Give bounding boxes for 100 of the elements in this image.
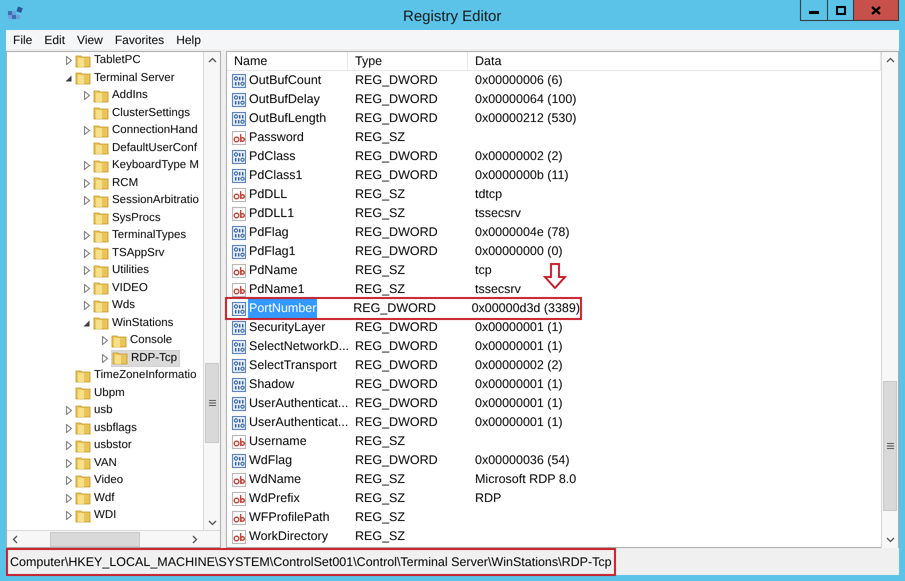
expand-arrow-icon[interactable] — [65, 441, 73, 450]
collapse-arrow-icon[interactable] — [65, 74, 72, 82]
expand-arrow-icon[interactable] — [83, 301, 91, 310]
expand-arrow-icon[interactable] — [83, 284, 91, 293]
tree-item[interactable]: usbstor — [75, 437, 134, 454]
expand-arrow-icon[interactable] — [65, 56, 73, 66]
tree-item[interactable]: VAN — [75, 454, 119, 472]
value-name[interactable]: WFProfilePath — [248, 508, 331, 527]
expand-arrow-icon[interactable] — [83, 178, 91, 188]
scrollbar-thumb[interactable] — [883, 381, 897, 511]
tree-item[interactable]: usbflags — [75, 420, 139, 437]
tree-item[interactable]: TimeZoneInformatio — [75, 367, 198, 384]
tree-item[interactable]: Ubpm — [75, 384, 127, 402]
menu-item[interactable]: Edit — [39, 30, 70, 48]
expand-arrow-icon[interactable] — [65, 406, 73, 416]
value-name[interactable]: UserAuthenticat... — [248, 394, 350, 413]
tree-item[interactable]: DefaultUserConf — [93, 140, 200, 157]
column-header[interactable]: Type — [348, 52, 468, 71]
value-name[interactable]: PdFlag1 — [248, 242, 297, 261]
value-name[interactable]: PdName — [248, 261, 299, 280]
tree-item[interactable]: TabletPC — [75, 52, 143, 70]
tree-item[interactable]: RDP-Tcp — [111, 350, 180, 367]
expand-arrow-icon[interactable] — [83, 196, 91, 206]
value-name[interactable]: WdName — [248, 470, 302, 489]
tree-item[interactable]: Video — [75, 472, 126, 490]
expand-arrow-icon[interactable] — [101, 336, 109, 346]
tree-item[interactable]: Utilities — [93, 262, 152, 280]
expand-arrow-icon[interactable] — [83, 161, 91, 170]
expand-arrow-icon[interactable] — [101, 354, 109, 363]
expand-arrow-icon[interactable] — [65, 511, 73, 520]
expand-arrow-icon[interactable] — [83, 126, 91, 136]
value-name[interactable]: Shadow — [248, 375, 296, 394]
tree-item[interactable]: Wdf — [75, 490, 116, 507]
value-name[interactable]: PdDLL — [248, 185, 288, 204]
value-name[interactable]: Password — [248, 128, 305, 147]
expand-arrow-icon[interactable] — [83, 266, 91, 276]
scrollbar-thumb[interactable] — [50, 532, 140, 546]
value-name[interactable]: SecurityLayer — [248, 318, 326, 337]
tree-item[interactable]: usb — [75, 402, 115, 420]
tree-item[interactable]: VIDEO — [93, 280, 150, 297]
tree-item[interactable]: Console — [111, 332, 174, 350]
minimize-button[interactable] — [800, 0, 828, 21]
value-name[interactable]: PdName1 — [248, 280, 306, 299]
horizontal-scrollbar[interactable] — [7, 530, 220, 547]
tree-item[interactable]: ClusterSettings — [93, 104, 192, 122]
value-name[interactable]: PdClass — [248, 147, 297, 166]
tree-item[interactable]: AddIns — [93, 87, 150, 104]
value-name[interactable]: PdDLL1 — [248, 204, 296, 223]
value-name[interactable]: PdClass1 — [248, 166, 304, 185]
maximize-button[interactable] — [828, 0, 854, 21]
app-icon[interactable] — [7, 6, 25, 22]
menu-item[interactable]: File — [8, 30, 38, 48]
vertical-scrollbar[interactable] — [203, 52, 220, 531]
expand-arrow-icon[interactable] — [83, 91, 91, 100]
binary-value-icon — [232, 302, 246, 316]
value-name[interactable]: WorkDirectory — [248, 527, 329, 546]
tree-item[interactable]: SessionArbitratio — [93, 192, 201, 210]
value-name[interactable]: Username — [248, 432, 308, 451]
expand-arrow-icon[interactable] — [83, 248, 91, 258]
tree-item[interactable]: ConnectionHand — [93, 122, 200, 140]
close-button[interactable] — [854, 0, 899, 21]
value-name[interactable]: WdFlag — [248, 451, 294, 470]
tree-item[interactable]: SysProcs — [93, 210, 163, 227]
tree-item[interactable]: TerminalTypes — [93, 227, 188, 244]
value-name[interactable]: UserAuthenticat... — [248, 413, 350, 432]
menu-item[interactable]: Help — [171, 30, 206, 48]
string-value-icon — [232, 434, 246, 448]
tree-item[interactable]: KeyboardType M — [93, 157, 201, 174]
value-type: REG_SZ — [354, 490, 406, 508]
expand-arrow-icon[interactable] — [65, 424, 73, 433]
menu-item[interactable]: Favorites — [110, 30, 170, 48]
menu-item[interactable]: View — [72, 30, 108, 48]
tree-item[interactable]: Terminal Server — [75, 70, 177, 87]
binary-value-icon — [232, 340, 246, 354]
expand-arrow-icon[interactable] — [65, 476, 73, 486]
value-name[interactable]: OutBufCount — [248, 71, 322, 90]
value-name[interactable]: SelectNetworkD... — [248, 337, 350, 356]
expand-arrow-icon[interactable] — [65, 494, 73, 503]
value-data: 0x00000036 (54) — [474, 452, 570, 470]
value-data: tssecsrv — [474, 205, 521, 222]
maximize-icon — [836, 6, 846, 14]
column-header[interactable]: Name — [227, 52, 348, 71]
tree-item[interactable]: WDI — [75, 507, 118, 524]
tree-item[interactable]: WinStations — [93, 314, 176, 332]
tree-item[interactable]: RCM — [93, 174, 140, 192]
vertical-scrollbar[interactable] — [881, 52, 898, 548]
value-name[interactable]: PdFlag — [248, 223, 290, 242]
scrollbar-thumb[interactable] — [205, 363, 219, 443]
value-name[interactable]: OutBufDelay — [248, 90, 321, 109]
value-name[interactable]: WdPrefix — [248, 489, 301, 508]
expand-arrow-icon[interactable] — [65, 458, 73, 468]
tree-item[interactable]: TSAppSrv — [93, 244, 166, 262]
value-type: REG_SZ — [354, 509, 406, 526]
value-name[interactable]: OutBufLength — [248, 109, 328, 128]
collapse-arrow-icon[interactable] — [83, 320, 90, 327]
status-path: Computer\HKEY_LOCAL_MACHINE\SYSTEM\ControlSet001\Control\Terminal Server\WinStations\RDP-Tcp — [6, 548, 616, 576]
value-name[interactable]: SelectTransport — [248, 356, 338, 375]
tree-item[interactable]: Wds — [93, 297, 137, 314]
expand-arrow-icon[interactable] — [83, 231, 91, 240]
string-value-icon — [232, 188, 246, 202]
